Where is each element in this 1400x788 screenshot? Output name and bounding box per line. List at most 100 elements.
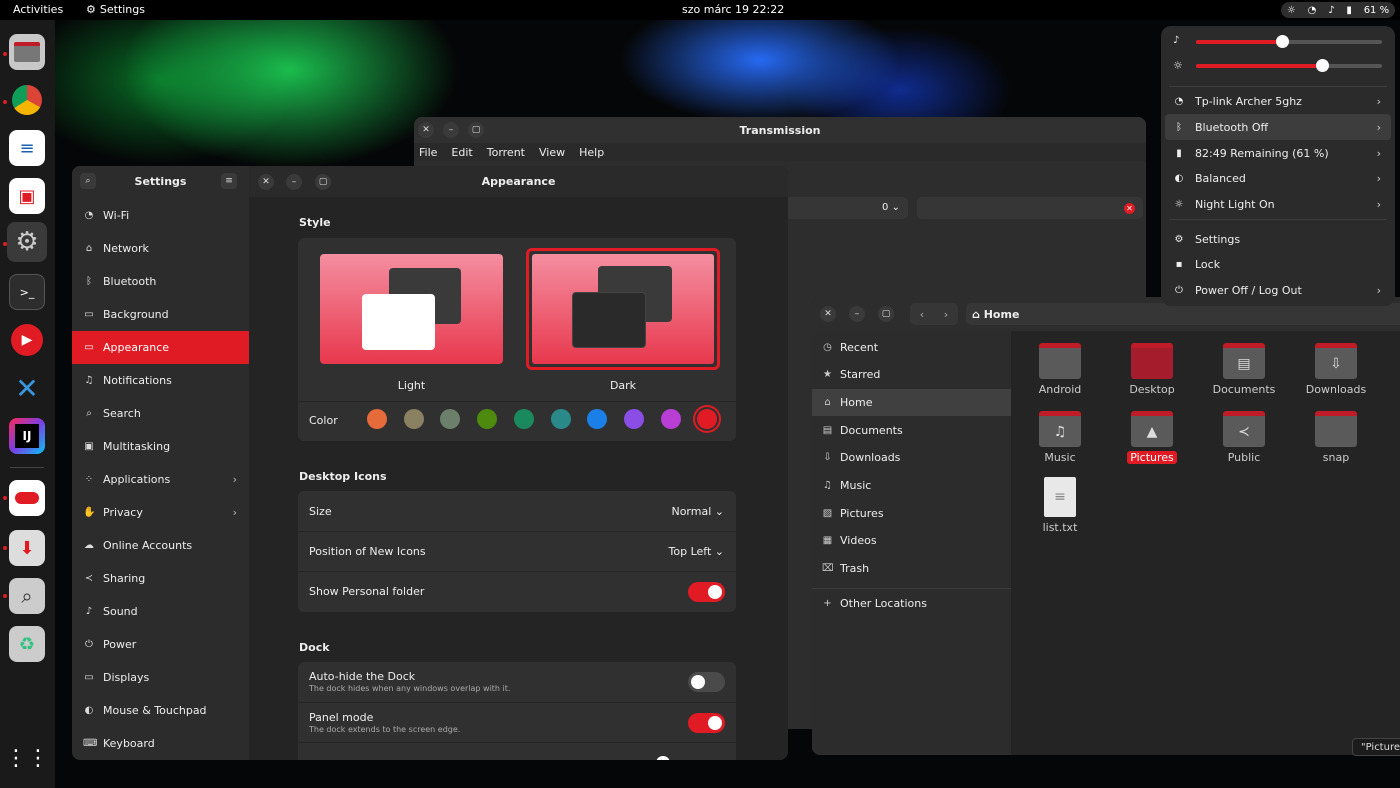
menu-view[interactable]: View — [539, 146, 565, 159]
hamburger-menu-icon[interactable]: ≡ — [221, 173, 237, 189]
folder-music[interactable]: ♫ Music — [1020, 411, 1100, 464]
night-light-menu-item[interactable]: ☼ Night Light On › — [1165, 191, 1391, 217]
toggle-app-icon[interactable] — [9, 480, 45, 516]
icon-size-dropdown[interactable]: Normal ⌄ — [671, 505, 724, 518]
sidebar-item-wifi[interactable]: ◔ Wi-Fi — [72, 199, 249, 232]
folder-documents[interactable]: ▤ Documents — [1204, 343, 1284, 396]
accent-color-swatch[interactable] — [513, 409, 534, 429]
system-status-area[interactable]: ☼ ◔ ♪ ▮ 61 % — [1281, 2, 1395, 18]
accent-color-swatch[interactable] — [403, 409, 424, 429]
sidebar-item-displays[interactable]: ▭ Displays — [72, 661, 249, 694]
sidebar-item-starred[interactable]: ★ Starred — [812, 361, 1011, 388]
sidebar-item-appearance[interactable]: ▭ Appearance — [72, 331, 249, 364]
minimize-icon[interactable]: – — [849, 306, 865, 322]
image-viewer-icon[interactable]: ⌕ — [9, 578, 45, 614]
location-bar[interactable]: ⌂ Home — [966, 303, 1400, 325]
vscode-icon[interactable]: ✕ — [9, 370, 45, 406]
autohide-toggle[interactable] — [688, 672, 725, 692]
volume-slider[interactable] — [1196, 35, 1382, 48]
accent-color-swatch[interactable] — [660, 409, 681, 429]
sidebar-item-multitasking[interactable]: ▣ Multitasking — [72, 430, 249, 463]
settings-menu-item[interactable]: ⚙ Settings — [1165, 226, 1391, 252]
brightness-slider[interactable] — [1196, 59, 1382, 72]
menu-help[interactable]: Help — [579, 146, 604, 159]
trash-icon[interactable]: ♻ — [9, 626, 45, 662]
sidebar-item-power[interactable]: ⏻ Power — [72, 628, 249, 661]
accent-color-swatch[interactable] — [550, 409, 571, 429]
sidebar-item-sound[interactable]: ♪ Sound — [72, 595, 249, 628]
clock[interactable]: szo márc 19 22:22 — [682, 3, 784, 16]
personal-folder-toggle[interactable] — [688, 581, 725, 602]
files-app-icon[interactable] — [9, 34, 45, 70]
volume-knob[interactable] — [1275, 35, 1289, 48]
show-apps-grid-icon[interactable]: ⋮⋮ — [5, 740, 49, 776]
sidebar-item-documents[interactable]: ▤ Documents — [812, 417, 1011, 444]
sidebar-item-notifications[interactable]: ♫ Notifications — [72, 364, 249, 397]
torrent-search-input[interactable]: ✕ — [917, 197, 1143, 219]
wifi-menu-item[interactable]: ◔ Tp-link Archer 5ghz › — [1165, 88, 1391, 114]
menu-file[interactable]: File — [419, 146, 437, 159]
folder-public[interactable]: ≺ Public — [1204, 411, 1284, 464]
sidebar-item-sharing[interactable]: ≺ Sharing — [72, 562, 249, 595]
accent-color-swatch[interactable] — [367, 409, 387, 429]
clear-icon[interactable]: ✕ — [1124, 203, 1135, 214]
style-option-light[interactable] — [320, 254, 503, 364]
accent-color-swatch[interactable] — [623, 409, 644, 429]
settings-app-icon[interactable]: ⚙ — [7, 222, 47, 262]
sidebar-item-recent[interactable]: ◷ Recent — [812, 334, 1011, 361]
chrome-icon[interactable] — [9, 82, 45, 118]
power-mode-menu-item[interactable]: ◐ Balanced › — [1165, 165, 1391, 191]
sidebar-item-downloads[interactable]: ⇩ Downloads — [812, 444, 1011, 471]
accent-color-swatch[interactable] — [440, 409, 461, 429]
youtube-music-icon[interactable]: ▶ — [9, 322, 45, 358]
power-off-menu-item[interactable]: ⏻ Power Off / Log Out › — [1165, 277, 1391, 303]
sidebar-item-music[interactable]: ♫ Music — [812, 472, 1011, 499]
brightness-knob[interactable] — [1316, 59, 1330, 72]
sidebar-item-videos[interactable]: ▦ Videos — [812, 527, 1011, 554]
sidebar-item-online-accounts[interactable]: ☁ Online Accounts — [72, 529, 249, 562]
sidebar-item-bluetooth[interactable]: ᛒ Bluetooth — [72, 265, 249, 298]
sidebar-item-search[interactable]: ⌕ Search — [72, 397, 249, 430]
transmission-icon[interactable]: ⬇ — [9, 530, 45, 566]
bluetooth-menu-item[interactable]: ᛒ Bluetooth Off › — [1165, 114, 1391, 140]
folder-android[interactable]: Android — [1020, 343, 1100, 396]
close-icon[interactable]: ✕ — [820, 306, 836, 322]
back-icon[interactable]: ‹ — [920, 308, 924, 321]
sidebar-item-home[interactable]: ⌂ Home — [812, 389, 1011, 416]
accent-color-swatch[interactable] — [587, 409, 608, 429]
tracker-filter-select[interactable]: 0 ⌄ — [784, 197, 908, 219]
battery-menu-item[interactable]: ▮ 82:49 Remaining (61 %) › — [1165, 140, 1391, 166]
icon-position-row[interactable]: Position of New Icons Top Left ⌄ — [298, 531, 736, 571]
intellij-icon[interactable]: IJ — [9, 418, 45, 454]
slider-knob[interactable] — [656, 756, 670, 760]
folder-snap[interactable]: snap — [1296, 411, 1376, 464]
style-option-dark[interactable] — [526, 248, 720, 370]
file-list-txt[interactable]: ≡ list.txt — [1020, 477, 1100, 534]
panel-mode-toggle[interactable] — [688, 713, 725, 733]
sidebar-item-network[interactable]: ⌂ Network — [72, 232, 249, 265]
folder-downloads[interactable]: ⇩ Downloads — [1296, 343, 1376, 396]
terminal-icon[interactable]: >_ — [9, 274, 45, 310]
software-store-icon[interactable]: ▣ — [9, 178, 45, 214]
sidebar-item-trash[interactable]: ⌧ Trash — [812, 555, 1011, 582]
icon-size-row[interactable]: Size Normal ⌄ — [298, 491, 736, 531]
icon-position-dropdown[interactable]: Top Left ⌄ — [669, 545, 724, 558]
sidebar-item-applications[interactable]: ⁘ Applications › — [72, 463, 249, 496]
app-menu[interactable]: ⚙ Settings — [86, 3, 145, 16]
menu-edit[interactable]: Edit — [451, 146, 472, 159]
writer-document-icon[interactable]: ≡ — [9, 130, 45, 166]
accent-color-swatch[interactable] — [697, 409, 718, 429]
folder-pictures[interactable]: ▲ Pictures — [1112, 411, 1192, 464]
maximize-icon[interactable]: ▢ — [878, 306, 894, 322]
folder-desktop[interactable]: Desktop — [1112, 343, 1192, 396]
forward-icon[interactable]: › — [944, 308, 948, 321]
sidebar-item-mouse-touchpad[interactable]: ◐ Mouse & Touchpad — [72, 694, 249, 727]
icon-size-slider-row[interactable] — [298, 742, 736, 760]
accent-color-swatch[interactable] — [477, 409, 498, 429]
sidebar-item-keyboard[interactable]: ⌨ Keyboard — [72, 727, 249, 760]
lock-menu-item[interactable]: ▪ Lock — [1165, 251, 1391, 277]
menu-torrent[interactable]: Torrent — [487, 146, 525, 159]
sidebar-item-background[interactable]: ▭ Background — [72, 298, 249, 331]
sidebar-item-other-locations[interactable]: + Other Locations — [812, 590, 1011, 617]
activities-button[interactable]: Activities — [13, 3, 63, 16]
